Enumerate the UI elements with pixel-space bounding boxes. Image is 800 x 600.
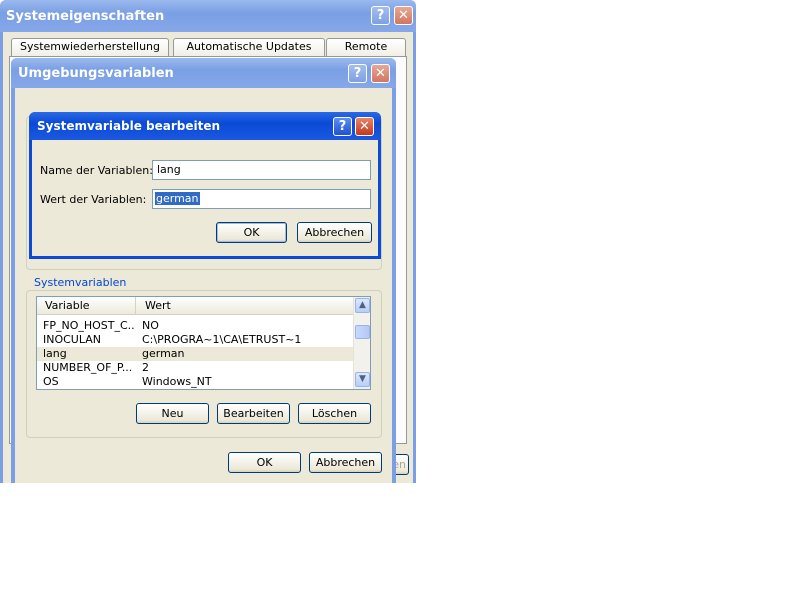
cancel-button[interactable]: Abbrechen (297, 222, 372, 243)
variable-value: 2 (142, 361, 149, 374)
edit-button[interactable]: Bearbeiten (217, 403, 290, 424)
variable-name: NUMBER_OF_P... (43, 361, 133, 374)
variable-name-field[interactable]: lang (152, 160, 371, 180)
new-button[interactable]: Neu (136, 403, 209, 424)
variable-value: Windows_NT (142, 375, 212, 388)
dialog-title: Systemvariable bearbeiten (37, 119, 221, 133)
help-icon[interactable]: ? (348, 64, 367, 83)
scroll-up-icon[interactable]: ▲ (355, 298, 370, 313)
list-header: Variable Wert (37, 297, 353, 315)
scroll-down-icon[interactable]: ▼ (355, 372, 370, 387)
close-icon[interactable]: ✕ (355, 117, 374, 136)
variable-value: NO (142, 319, 159, 332)
variable-name: OS (43, 375, 59, 388)
help-icon[interactable]: ? (371, 6, 390, 25)
delete-button[interactable]: Löschen (298, 403, 371, 424)
tab-remote[interactable]: Remote (326, 38, 406, 56)
ok-button[interactable]: OK (228, 452, 301, 473)
cancel-button[interactable]: Abbrechen (309, 452, 382, 473)
ok-button[interactable]: OK (216, 222, 287, 243)
tab-automatic-updates[interactable]: Automatische Updates (173, 38, 325, 56)
table-row-selected[interactable]: lang german (37, 347, 353, 361)
selected-text: german (155, 192, 200, 205)
close-icon[interactable]: ✕ (394, 6, 413, 25)
variable-value-label: Wert der Variablen: (40, 193, 147, 206)
window-title: Umgebungsvariablen (18, 65, 174, 81)
variable-name: FP_NO_HOST_C... (43, 319, 135, 332)
system-variables-label: Systemvariablen (32, 276, 129, 289)
column-header-variable[interactable]: Variable (37, 297, 136, 314)
table-row[interactable]: NUMBER_OF_P... 2 (37, 361, 353, 375)
variable-name-label: Name der Variablen: (40, 164, 153, 177)
scroll-thumb[interactable] (355, 325, 370, 339)
variable-name: lang (43, 347, 67, 360)
close-icon[interactable]: ✕ (371, 64, 390, 83)
column-header-value[interactable]: Wert (137, 297, 353, 314)
variable-value-field[interactable]: german (152, 189, 371, 209)
edit-system-variable-dialog: Systemvariable bearbeiten ? ✕ Name der V… (29, 112, 381, 259)
table-row[interactable]: INOCULAN C:\PROGRA~1\CA\ETRUST~1 (37, 333, 353, 347)
vertical-scrollbar[interactable]: ▲ ▼ (353, 297, 370, 389)
window-title: Systemeigenschaften (6, 8, 165, 24)
tab-system-restore[interactable]: Systemwiederherstellung (11, 38, 169, 56)
system-variables-list[interactable]: Variable Wert FP_NO_HOST_C... NO INOCULA… (36, 296, 371, 390)
variable-value: C:\PROGRA~1\CA\ETRUST~1 (142, 333, 302, 346)
table-row[interactable]: OS Windows_NT (37, 375, 353, 389)
variable-name: INOCULAN (43, 333, 101, 346)
variable-value: german (142, 347, 185, 360)
help-icon[interactable]: ? (333, 117, 352, 136)
table-row[interactable]: FP_NO_HOST_C... NO (37, 319, 353, 333)
